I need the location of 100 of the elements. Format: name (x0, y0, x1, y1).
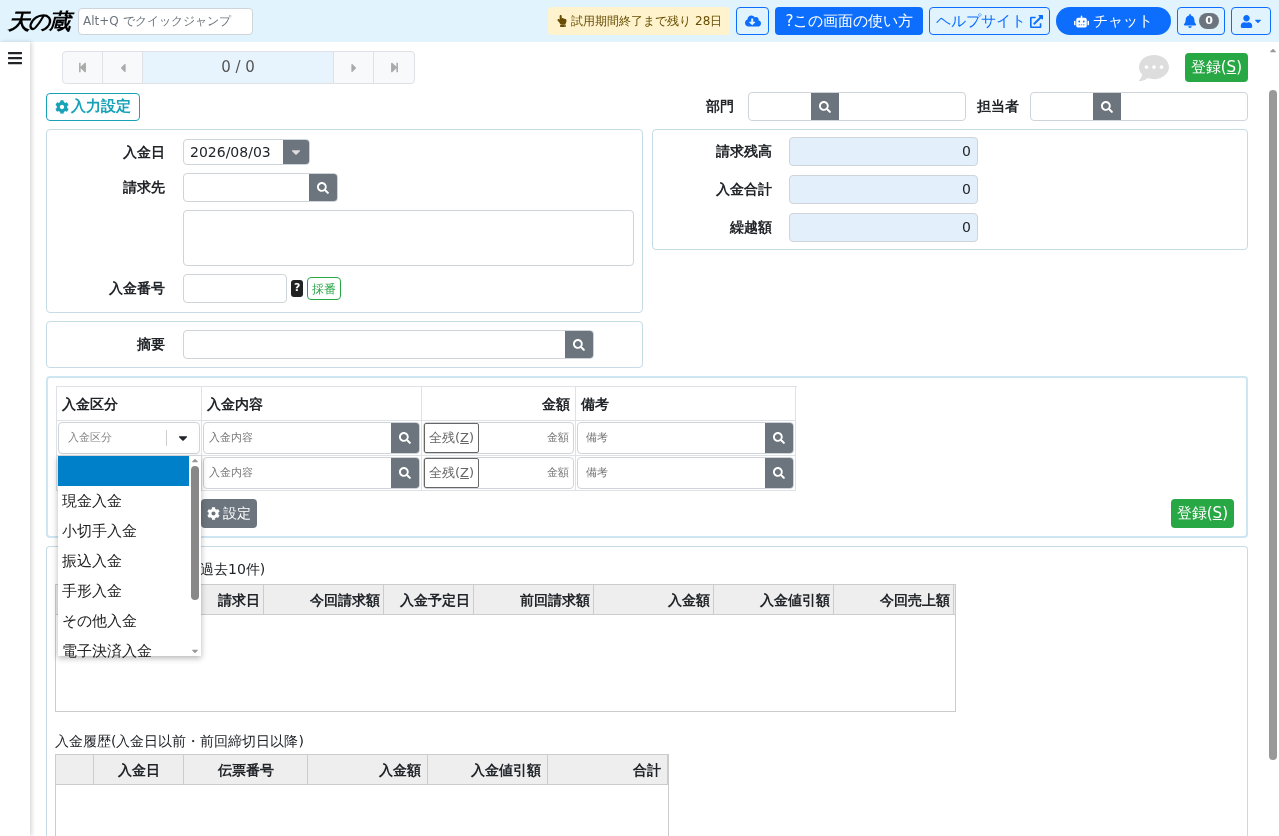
category-combobox[interactable]: 入金区分 (58, 422, 200, 454)
full-remaining-button[interactable]: 全残(Z) (424, 423, 480, 453)
help-badge[interactable]: ? (291, 280, 304, 297)
search-button[interactable] (765, 423, 793, 453)
search-icon (819, 100, 831, 113)
column-header: 今回売上額 (834, 585, 954, 614)
bell-icon (1183, 14, 1198, 28)
assign-number-button[interactable]: 採番 (307, 277, 342, 300)
amount-field[interactable]: 全残(Z) 金額 (423, 422, 574, 454)
payment-number-field[interactable] (183, 274, 287, 303)
summary-label: 繰越額 (728, 218, 772, 237)
chat-button[interactable]: チャット (1056, 7, 1172, 35)
user-menu-button[interactable] (1231, 7, 1271, 35)
column-header: 入金額 (594, 585, 714, 614)
search-icon (399, 432, 411, 444)
search-button[interactable] (1093, 93, 1121, 120)
content-field[interactable]: 入金内容 (203, 422, 420, 454)
notification-button[interactable]: 0 (1177, 7, 1225, 35)
register-button[interactable]: 登録(S) (1184, 53, 1248, 82)
summary-value: 0 (789, 175, 978, 204)
gear-icon (207, 507, 220, 520)
dropdown-option[interactable]: 小切手入金 (58, 516, 189, 546)
column-header: 入金予定日 (384, 585, 474, 614)
dropdown-option[interactable]: 現金入金 (58, 486, 189, 516)
field-label: 入金番号 (108, 279, 165, 298)
trial-notice: 試用期間終了まで残り 28日 (548, 7, 731, 35)
search-button[interactable] (565, 331, 593, 358)
column-header: 入金値引額 (428, 755, 548, 784)
summary-label: 入金合計 (715, 180, 772, 199)
column-header: 入金値引額 (714, 585, 834, 614)
billing-field[interactable] (183, 173, 338, 202)
content-placeholder: 入金内容 (208, 429, 254, 446)
quick-jump-field[interactable]: Alt+Q でクイックジャンプ (78, 7, 253, 35)
department-field[interactable] (748, 92, 966, 121)
field-label: 請求先 (122, 178, 165, 197)
search-icon (773, 432, 785, 444)
search-button[interactable] (309, 174, 337, 201)
search-icon (773, 467, 785, 479)
settings-button[interactable]: 設定 (201, 499, 257, 528)
amount-placeholder: 金額 (546, 464, 570, 481)
last-icon (388, 62, 400, 73)
search-icon (399, 467, 411, 479)
help-button[interactable]: ?この画面の使い方 (775, 7, 924, 35)
column-header: 合計 (548, 755, 668, 784)
user-icon (1239, 14, 1253, 28)
summary-value: 0 (789, 213, 978, 242)
search-button[interactable] (811, 93, 839, 120)
column-header: 備考 (576, 387, 796, 421)
date-field[interactable]: 2026/08/03 (183, 139, 310, 165)
field-label: 担当者 (976, 97, 1020, 116)
column-header: 入金日 (94, 755, 184, 784)
search-icon (573, 338, 585, 351)
amount-field[interactable]: 全残(Z) 金額 (423, 457, 574, 489)
note-placeholder: 備考 (585, 464, 609, 481)
staff-field[interactable] (1030, 92, 1248, 121)
summary-label: 請求残高 (715, 142, 772, 161)
amount-placeholder: 金額 (546, 429, 570, 446)
column-header: 金額 (422, 387, 576, 421)
search-icon (317, 181, 329, 194)
memo-field[interactable] (183, 330, 594, 359)
column-header: 伝票番号 (184, 755, 308, 784)
external-link-icon (1030, 14, 1044, 28)
search-button[interactable] (391, 458, 419, 488)
first-icon (77, 62, 88, 73)
search-button[interactable] (765, 458, 793, 488)
billing-detail-field[interactable] (183, 210, 634, 266)
content-field[interactable]: 入金内容 (203, 457, 420, 489)
input-settings-button[interactable]: 入力設定 (46, 92, 140, 121)
note-placeholder: 備考 (585, 429, 609, 446)
date-value: 2026/08/03 (189, 143, 272, 162)
column-header: 今回請求額 (264, 585, 384, 614)
column-header: 入金額 (308, 755, 428, 784)
dropdown-scrollbar[interactable] (189, 456, 201, 656)
dropdown-option[interactable]: 振込入金 (58, 546, 189, 576)
robot-icon (1074, 13, 1090, 29)
download-button[interactable] (736, 7, 770, 35)
field-label: 摘要 (136, 335, 165, 354)
summary-value: 0 (789, 137, 978, 166)
cloud-download-icon (744, 13, 761, 29)
note-field[interactable]: 備考 (577, 422, 794, 454)
note-field[interactable]: 備考 (577, 457, 794, 489)
dropdown-option[interactable]: 電子決済入金 (58, 636, 189, 666)
content-placeholder: 入金内容 (208, 464, 254, 481)
help-site-button[interactable]: ヘルプサイト (929, 7, 1051, 35)
search-icon (1101, 100, 1113, 113)
menu-icon[interactable] (7, 50, 23, 66)
logo[interactable]: 天の蔵 (8, 4, 72, 38)
pager-position: 0 / 0 (143, 52, 334, 83)
column-header: 入金区分 (57, 387, 202, 421)
full-remaining-button[interactable]: 全残(Z) (424, 458, 480, 488)
column-header: 前回請求額 (474, 585, 594, 614)
field-label: 部門 (706, 97, 734, 116)
gear-icon (55, 99, 69, 114)
search-button[interactable] (391, 423, 419, 453)
column-header: 入金内容 (202, 387, 422, 421)
category-placeholder: 入金区分 (59, 429, 167, 447)
section-title: 過去10件) (200, 560, 267, 579)
field-label: 入金日 (122, 142, 165, 162)
section-title: 入金履歴(入金日以前・前回締切日以降) (55, 732, 305, 751)
register-button[interactable]: 登録(S) (1170, 499, 1234, 528)
